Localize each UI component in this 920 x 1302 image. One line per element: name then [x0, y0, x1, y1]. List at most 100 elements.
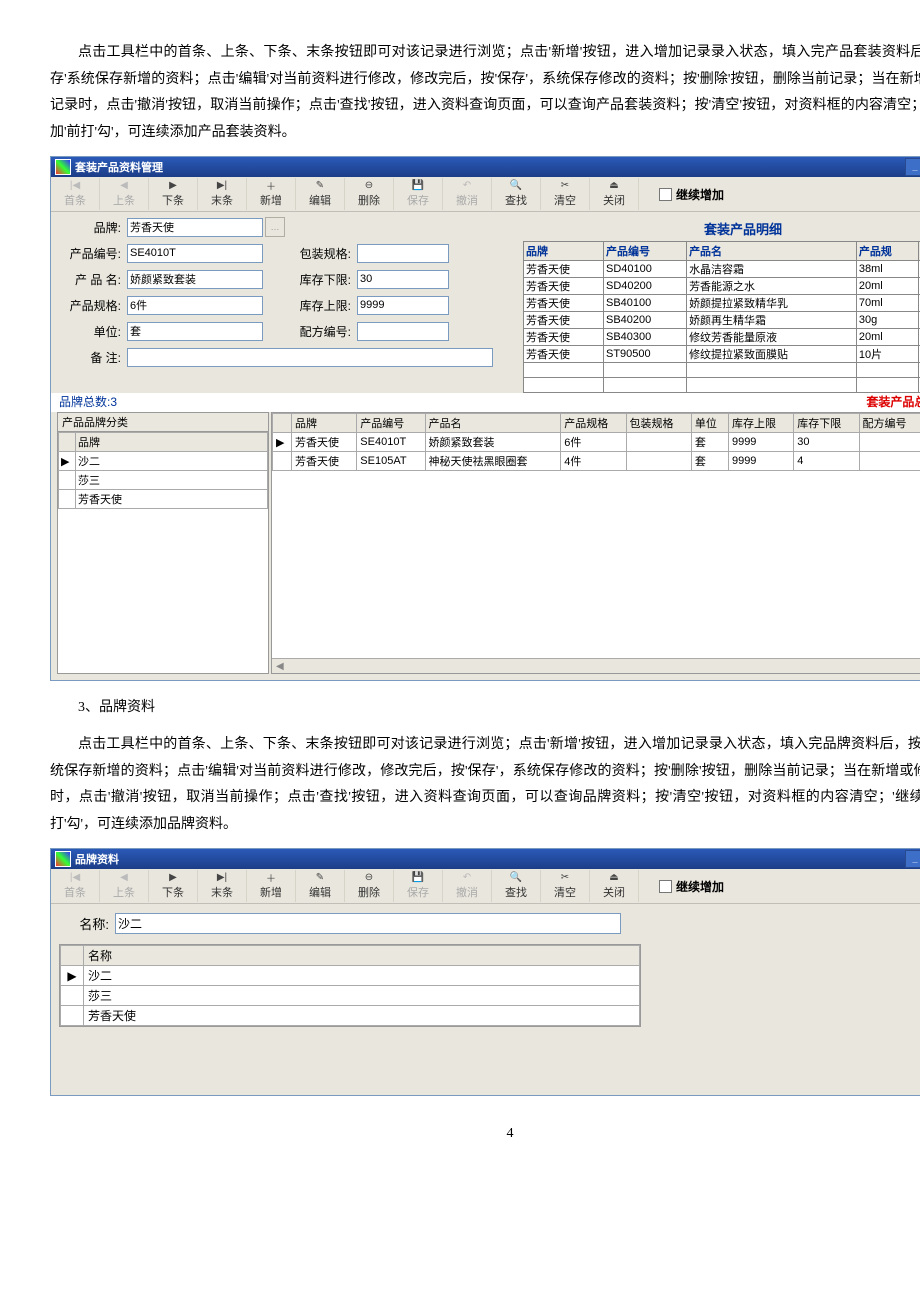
section-3-heading: 3、品牌资料 — [50, 695, 920, 722]
toolbar-icon: ✂ — [558, 181, 572, 191]
continue-add-checkbox[interactable]: 继续增加 — [659, 878, 724, 895]
detail-table: 品牌产品编号产品名产品规数量芳香天使SD40100水晶洁容霜38ml1芳香天使S… — [523, 241, 920, 393]
toolbar-删除[interactable]: ⊖删除 — [345, 870, 394, 902]
table-row[interactable]: 芳香天使SB40300修纹芳香能量原液20ml1 — [524, 329, 920, 346]
toolbar-清空[interactable]: ✂清空 — [541, 178, 590, 210]
toolbar-icon: ▶ — [166, 873, 180, 883]
toolbar-label: 末条 — [211, 884, 233, 900]
toolbar-icon: ＋ — [264, 181, 278, 191]
toolbar-label: 编辑 — [309, 192, 331, 208]
toolbar-新增[interactable]: ＋新增 — [247, 178, 296, 210]
toolbar-label: 清空 — [554, 192, 576, 208]
input-brand[interactable] — [127, 218, 263, 237]
input-name[interactable] — [127, 270, 263, 289]
toolbar-末条[interactable]: ▶|末条 — [198, 870, 247, 902]
label-max: 库存上限: — [287, 297, 357, 314]
titlebar[interactable]: 套装产品资料管理 _ ❐ ✕ — [51, 157, 920, 177]
toolbar-icon: ⏏ — [607, 181, 621, 191]
toolbar-关闭[interactable]: ⏏关闭 — [590, 870, 639, 902]
input-spec[interactable] — [127, 296, 263, 315]
brand-total: 品牌总数:3 — [59, 393, 117, 410]
app-icon — [55, 159, 71, 175]
toolbar-末条[interactable]: ▶|末条 — [198, 178, 247, 210]
table-row[interactable]: 芳香天使SE105AT神秘天使祛黑眼圈套4件套99994 — [273, 452, 920, 471]
toolbar-label: 保存 — [407, 884, 429, 900]
detail-title: 套装产品明细 — [523, 216, 920, 241]
table-row[interactable]: 芳香天使ST90500修纹提拉紧致面膜贴10片1 — [524, 346, 920, 363]
list-item[interactable]: 莎三 — [61, 986, 640, 1006]
table-row[interactable]: 芳香天使SB40100娇颜提拉紧致精华乳70ml1 — [524, 295, 920, 312]
toolbar-icon: ✎ — [313, 873, 327, 883]
toolbar-查找[interactable]: 🔍查找 — [492, 870, 541, 902]
label-pack: 包装规格: — [287, 245, 357, 262]
toolbar-首条: |◀首条 — [51, 178, 100, 210]
input-name[interactable] — [115, 913, 621, 934]
toolbar-新增[interactable]: ＋新增 — [247, 870, 296, 902]
brand-list[interactable]: 产品品牌分类 品牌▶沙二莎三芳香天使 — [57, 412, 269, 674]
input-remark[interactable] — [127, 348, 493, 367]
scrollbar[interactable]: ◀ — [272, 658, 920, 673]
input-min[interactable] — [357, 270, 449, 289]
toolbar-关闭[interactable]: ⏏关闭 — [590, 178, 639, 210]
toolbar-label: 首条 — [64, 884, 86, 900]
toolbar-icon: ◀ — [117, 873, 131, 883]
toolbar: |◀首条◀上条▶下条▶|末条＋新增✎编辑⊖删除💾保存↶撤消🔍查找✂清空⏏关闭继续… — [51, 177, 920, 212]
list-item[interactable]: 芳香天使 — [61, 1006, 640, 1026]
toolbar-label: 保存 — [407, 192, 429, 208]
input-formula[interactable] — [357, 322, 449, 341]
set-total: 套装产品总数量:2 — [866, 393, 920, 410]
lookup-button[interactable]: … — [265, 217, 285, 237]
list-item[interactable]: ▶沙二 — [61, 966, 640, 986]
toolbar-icon: 🔍 — [509, 181, 523, 191]
toolbar-icon: ⊖ — [362, 181, 376, 191]
app-window-brand: 品牌资料 _ ❐ ✕ |◀首条◀上条▶下条▶|末条＋新增✎编辑⊖删除💾保存↶撤消… — [50, 848, 920, 1096]
window-title: 套装产品资料管理 — [75, 159, 163, 175]
window-title: 品牌资料 — [75, 851, 119, 867]
list-item[interactable]: ▶沙二 — [59, 452, 268, 471]
toolbar-icon: |◀ — [68, 181, 82, 191]
toolbar-label: 撤消 — [456, 884, 478, 900]
toolbar-下条[interactable]: ▶下条 — [149, 178, 198, 210]
toolbar-下条[interactable]: ▶下条 — [149, 870, 198, 902]
input-max[interactable] — [357, 296, 449, 315]
list-item[interactable]: 莎三 — [59, 471, 268, 490]
input-code[interactable] — [127, 244, 263, 263]
toolbar-icon: ▶ — [166, 181, 180, 191]
toolbar-label: 查找 — [505, 192, 527, 208]
toolbar-icon: 💾 — [411, 873, 425, 883]
toolbar-label: 撤消 — [456, 192, 478, 208]
paragraph-2: 点击工具栏中的首条、上条、下条、末条按钮即可对该记录进行浏览；点击'新增'按钮，… — [50, 732, 920, 838]
toolbar-label: 关闭 — [603, 192, 625, 208]
continue-add-checkbox[interactable]: 继续增加 — [659, 186, 724, 203]
table-row[interactable]: 芳香天使SD40200芳香能源之水20ml1 — [524, 278, 920, 295]
minimize-button[interactable]: _ — [905, 158, 920, 176]
toolbar-清空[interactable]: ✂清空 — [541, 870, 590, 902]
toolbar-编辑[interactable]: ✎编辑 — [296, 870, 345, 902]
page-number: 4 — [50, 1126, 920, 1142]
brand-list[interactable]: 名称▶沙二莎三芳香天使 — [59, 944, 641, 1027]
titlebar[interactable]: 品牌资料 _ ❐ ✕ — [51, 849, 920, 869]
toolbar-编辑[interactable]: ✎编辑 — [296, 178, 345, 210]
label-name: 名称: — [59, 914, 115, 933]
toolbar-查找[interactable]: 🔍查找 — [492, 178, 541, 210]
toolbar-icon: ▶| — [215, 181, 229, 191]
toolbar-icon: ＋ — [264, 873, 278, 883]
list-item[interactable]: 芳香天使 — [59, 490, 268, 509]
table-row[interactable]: 芳香天使SB40200娇颜再生精华霜30g1 — [524, 312, 920, 329]
table-row[interactable]: 芳香天使SD40100水晶洁容霜38ml1 — [524, 261, 920, 278]
app-window-set-product: 套装产品资料管理 _ ❐ ✕ |◀首条◀上条▶下条▶|末条＋新增✎编辑⊖删除💾保… — [50, 156, 920, 681]
input-pack[interactable] — [357, 244, 449, 263]
minimize-button[interactable]: _ — [905, 850, 920, 868]
input-unit[interactable] — [127, 322, 263, 341]
set-list[interactable]: 品牌产品编号产品名产品规格包装规格单位库存上限库存下限配方编号备注▶芳香天使SE… — [271, 412, 920, 674]
table-row[interactable]: ▶芳香天使SE4010T娇颜紧致套装6件套999930 — [273, 433, 920, 452]
checkbox-label: 继续增加 — [676, 186, 724, 203]
app-icon — [55, 851, 71, 867]
toolbar-label: 下条 — [162, 192, 184, 208]
toolbar-首条: |◀首条 — [51, 870, 100, 902]
paragraph-1: 点击工具栏中的首条、上条、下条、末条按钮即可对该记录进行浏览；点击'新增'按钮，… — [50, 40, 920, 146]
toolbar-label: 关闭 — [603, 884, 625, 900]
toolbar-删除[interactable]: ⊖删除 — [345, 178, 394, 210]
toolbar: |◀首条◀上条▶下条▶|末条＋新增✎编辑⊖删除💾保存↶撤消🔍查找✂清空⏏关闭继续… — [51, 869, 920, 904]
toolbar-icon: ◀ — [117, 181, 131, 191]
